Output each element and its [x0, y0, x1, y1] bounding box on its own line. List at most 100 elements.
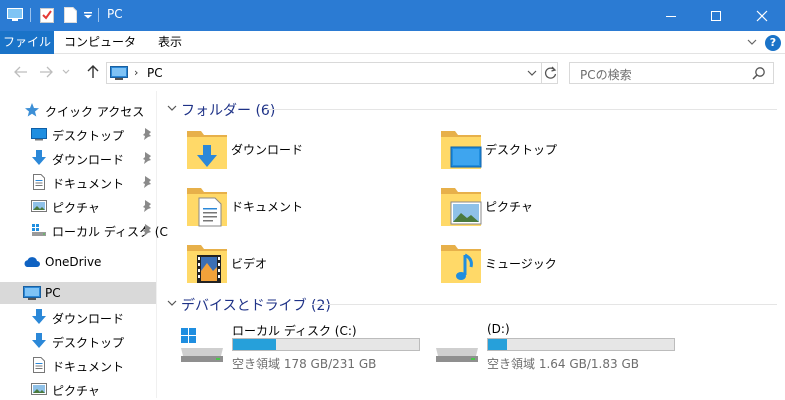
search-icon[interactable] — [752, 66, 766, 83]
local-disk-icon — [31, 222, 47, 238]
drive-item-d[interactable]: (D:) 空き領域 1.64 GB/1.83 GB — [432, 322, 682, 374]
tab-computer[interactable]: コンピューター — [62, 31, 138, 72]
search-input[interactable]: PCの検索 — [580, 66, 632, 83]
folder-item-music[interactable]: ミュージック — [439, 241, 659, 287]
expand-ribbon-chevron-icon[interactable] — [745, 35, 759, 49]
folder-item-documents[interactable]: ドキュメント — [185, 184, 405, 230]
document-icon — [31, 174, 47, 190]
folder-label: ダウンロード — [231, 143, 304, 157]
download-icon — [31, 333, 47, 349]
drive-free-space: 空き領域 178 GB/231 GB — [232, 357, 377, 371]
sidebar-item-label: ダウンロード — [52, 312, 125, 326]
breadcrumb-separator-icon[interactable]: › — [134, 66, 138, 79]
computer-icon — [110, 66, 128, 84]
drives-group-header[interactable]: デバイスとドライブ (2) — [167, 294, 777, 314]
pictures-folder-icon — [439, 184, 483, 230]
pin-icon[interactable] — [142, 151, 154, 165]
ribbon-tabs: ファイル コンピューター 表示 ? — [0, 31, 785, 72]
drive-usage-bar — [232, 338, 420, 351]
sidebar-item-pc-documents[interactable]: ドキュメント — [0, 354, 156, 376]
help-button[interactable]: ? — [765, 35, 781, 51]
properties-icon[interactable] — [38, 6, 56, 24]
chevron-down-icon[interactable] — [167, 297, 177, 311]
folder-label: ドキュメント — [231, 200, 304, 214]
sidebar-item-local-disk[interactable]: ローカル ディスク (C — [0, 219, 168, 241]
pin-icon[interactable] — [142, 223, 154, 237]
drive-item-c[interactable]: ローカル ディスク (C:) 空き領域 178 GB/231 GB — [177, 322, 427, 374]
toolbar-separator — [98, 8, 99, 22]
documents-folder-icon — [185, 184, 229, 230]
group-divider — [265, 109, 777, 110]
download-icon — [31, 309, 47, 325]
forward-arrow-icon[interactable] — [37, 63, 55, 81]
sidebar-item-pc-pictures[interactable]: ピクチャ — [0, 378, 156, 400]
tab-view[interactable]: 表示 — [148, 31, 192, 54]
back-arrow-icon[interactable] — [12, 63, 30, 81]
pin-icon[interactable] — [142, 127, 154, 141]
desktop-icon — [31, 126, 47, 142]
folder-item-downloads[interactable]: ダウンロード — [185, 127, 405, 173]
drive-name: ローカル ディスク (C:) — [232, 324, 357, 338]
close-button[interactable] — [739, 0, 785, 31]
sidebar-item-label: クイック アクセス — [45, 105, 145, 119]
download-icon — [31, 150, 47, 166]
navigation-pane: クイック アクセス デスクトップ ダウンロード ドキュメント ピクチャ ローカル… — [0, 91, 168, 400]
sidebar-item-onedrive[interactable]: OneDrive — [0, 251, 156, 273]
refresh-icon[interactable] — [543, 65, 558, 81]
drive-free-space: 空き領域 1.64 GB/1.83 GB — [487, 357, 639, 371]
address-divider — [541, 63, 542, 83]
local-disk-windows-icon — [177, 322, 227, 369]
folder-label: デスクトップ — [485, 143, 558, 157]
desktop-folder-icon — [439, 127, 483, 173]
drive-name: (D:) — [487, 322, 510, 336]
folder-label: ミュージック — [485, 257, 557, 271]
sidebar-item-label: ドキュメント — [52, 177, 125, 191]
folder-item-pictures[interactable]: ピクチャ — [439, 184, 659, 230]
computer-icon[interactable] — [6, 6, 24, 24]
sidebar-item-pictures[interactable]: ピクチャ — [0, 195, 156, 217]
sidebar-item-label: デスクトップ — [52, 129, 125, 143]
sidebar-item-desktop[interactable]: デスクトップ — [0, 123, 156, 145]
sidebar-item-pc[interactable]: PC — [0, 282, 156, 304]
sidebar-item-pc-downloads[interactable]: ダウンロード — [0, 306, 156, 328]
group-divider — [312, 304, 777, 305]
customize-toolbar-chevron-icon[interactable] — [82, 6, 94, 24]
maximize-button[interactable] — [693, 0, 739, 31]
pin-icon[interactable] — [142, 175, 154, 189]
sidebar-item-quick-access[interactable]: クイック アクセス — [0, 99, 156, 121]
sidebar-item-label: PC — [45, 286, 61, 300]
sidebar-item-pc-desktop[interactable]: デスクトップ — [0, 330, 156, 352]
address-bar[interactable]: › PC — [106, 62, 558, 84]
sidebar-item-downloads[interactable]: ダウンロード — [0, 147, 156, 169]
tab-file[interactable]: ファイル — [0, 31, 54, 54]
sidebar-item-documents[interactable]: ドキュメント — [0, 171, 156, 193]
new-folder-icon[interactable] — [62, 6, 78, 24]
drive-usage-fill — [488, 339, 507, 350]
minimize-button[interactable] — [648, 0, 694, 31]
downloads-folder-icon — [185, 127, 229, 173]
picture-icon — [31, 198, 47, 214]
chevron-down-icon[interactable] — [167, 102, 177, 116]
breadcrumb-pc[interactable]: PC — [147, 66, 163, 80]
search-box[interactable]: PCの検索 — [569, 62, 774, 84]
folder-item-desktop[interactable]: デスクトップ — [439, 127, 659, 173]
sidebar-item-label: ピクチャ — [52, 201, 100, 215]
pin-icon[interactable] — [142, 199, 154, 213]
onedrive-cloud-icon — [23, 254, 40, 270]
address-history-chevron-icon[interactable] — [525, 66, 539, 80]
document-icon — [31, 357, 47, 373]
folder-label: ピクチャ — [485, 200, 533, 214]
folder-label: ビデオ — [231, 257, 268, 271]
content-pane: フォルダー (6) ダウンロード デスクトップ ドキュメント ピクチャ ビデオ — [157, 91, 785, 398]
drive-usage-bar — [487, 338, 675, 351]
recent-locations-chevron-icon[interactable] — [60, 63, 72, 81]
up-arrow-icon[interactable] — [84, 63, 102, 81]
group-title: フォルダー (6) — [181, 103, 276, 119]
sidebar-item-label: ダウンロード — [52, 153, 125, 167]
folders-group-header[interactable]: フォルダー (6) — [167, 99, 777, 119]
videos-folder-icon — [185, 241, 229, 287]
folder-item-videos[interactable]: ビデオ — [185, 241, 405, 287]
star-icon — [24, 102, 40, 118]
group-title: デバイスとドライブ (2) — [181, 298, 331, 314]
music-folder-icon — [439, 241, 483, 287]
